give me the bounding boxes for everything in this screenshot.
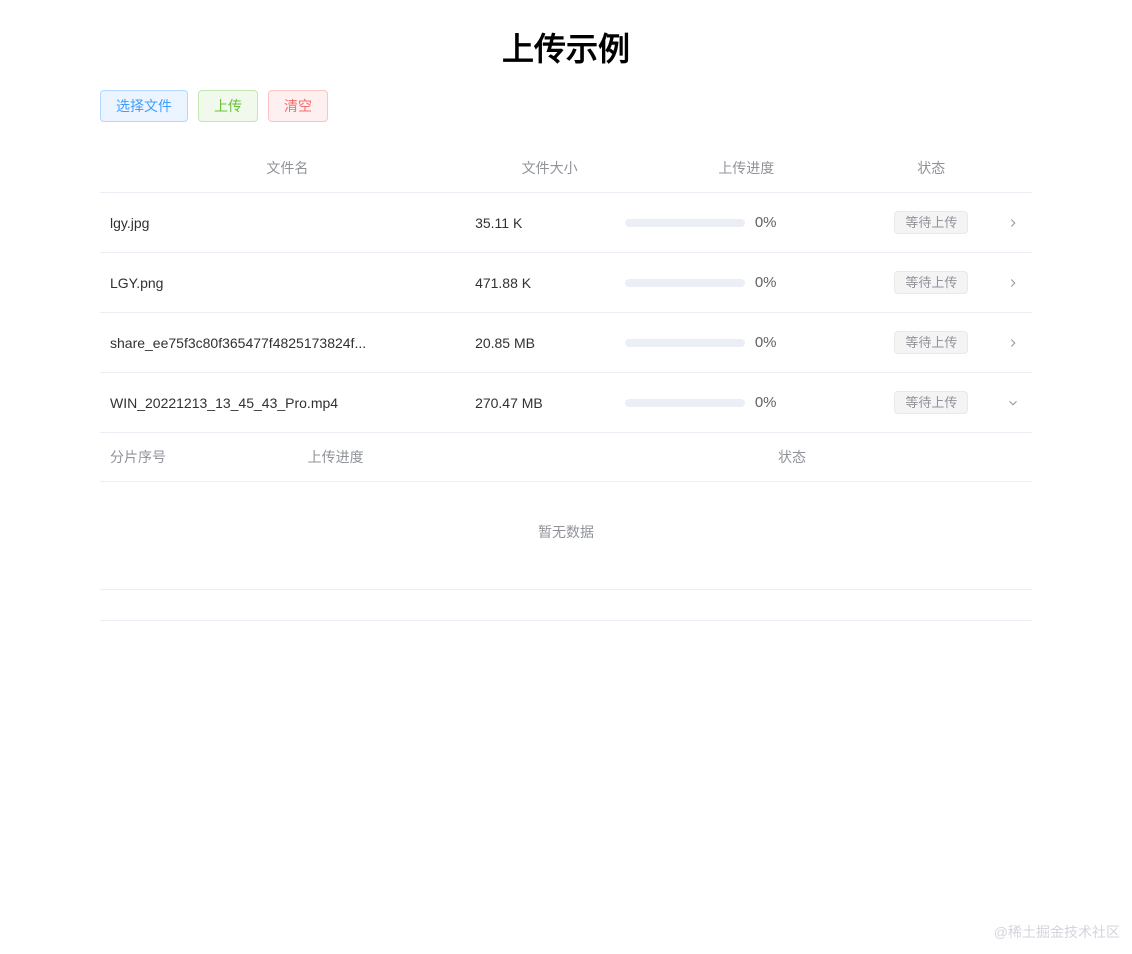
cell-filename: WIN_20221213_13_45_43_Pro.mp4	[100, 395, 475, 411]
table-row: WIN_20221213_13_45_43_Pro.mp4 270.47 MB …	[100, 372, 1032, 432]
cell-status: 等待上传	[868, 211, 994, 234]
header-expand	[995, 158, 1032, 178]
expand-toggle[interactable]	[995, 216, 1032, 230]
chevron-right-icon	[1006, 216, 1020, 230]
cell-progress: 0%	[625, 334, 868, 351]
cell-status: 等待上传	[868, 391, 994, 414]
table-header: 文件名 文件大小 上传进度 状态	[100, 144, 1032, 192]
table-bottom-border	[100, 620, 1032, 621]
header-filesize: 文件大小	[475, 158, 625, 178]
progress-bar	[625, 219, 745, 227]
expand-toggle[interactable]	[995, 336, 1032, 350]
sub-header-status: 状态	[778, 447, 1032, 467]
header-status: 状态	[868, 158, 994, 178]
progress-percent: 0%	[755, 394, 777, 411]
progress-percent: 0%	[755, 334, 777, 351]
cell-filesize: 20.85 MB	[475, 335, 625, 351]
chevron-down-icon	[1006, 396, 1020, 410]
status-badge: 等待上传	[894, 271, 968, 294]
watermark: @稀土掘金技术社区	[994, 922, 1120, 942]
cell-progress: 0%	[625, 394, 868, 411]
page-title: 上传示例	[0, 0, 1132, 90]
table-row: lgy.jpg 35.11 K 0% 等待上传	[100, 192, 1032, 252]
table-row: share_ee75f3c80f365477f4825173824f... 20…	[100, 312, 1032, 372]
cell-filesize: 270.47 MB	[475, 395, 625, 411]
cell-filename: lgy.jpg	[100, 215, 475, 231]
cell-filename: LGY.png	[100, 275, 475, 291]
table-body: lgy.jpg 35.11 K 0% 等待上传 LGY.png 471.88 K	[100, 192, 1032, 600]
chevron-right-icon	[1006, 336, 1020, 350]
status-badge: 等待上传	[894, 391, 968, 414]
cell-status: 等待上传	[868, 331, 994, 354]
sub-header-chunk-index: 分片序号	[100, 447, 308, 467]
clear-button[interactable]: 清空	[268, 90, 328, 122]
expand-toggle[interactable]	[995, 276, 1032, 290]
status-badge: 等待上传	[894, 211, 968, 234]
progress-bar	[625, 339, 745, 347]
button-row: 选择文件 上传 清空	[100, 90, 1032, 122]
select-file-button[interactable]: 选择文件	[100, 90, 188, 122]
sub-table-bottom-border	[100, 582, 1032, 590]
progress-percent: 0%	[755, 274, 777, 291]
progress-percent: 0%	[755, 214, 777, 231]
cell-status: 等待上传	[868, 271, 994, 294]
cell-filename: share_ee75f3c80f365477f4825173824f...	[100, 335, 475, 351]
chevron-right-icon	[1006, 276, 1020, 290]
cell-progress: 0%	[625, 214, 868, 231]
header-progress: 上传进度	[625, 158, 869, 178]
table-row: LGY.png 471.88 K 0% 等待上传	[100, 252, 1032, 312]
upload-button[interactable]: 上传	[198, 90, 258, 122]
progress-bar	[625, 279, 745, 287]
cell-progress: 0%	[625, 274, 868, 291]
upload-container: 选择文件 上传 清空 文件名 文件大小 上传进度 状态 lgy.jpg 35.1…	[0, 90, 1132, 621]
sub-header-progress: 上传进度	[308, 447, 778, 467]
status-badge: 等待上传	[894, 331, 968, 354]
file-table: 文件名 文件大小 上传进度 状态 lgy.jpg 35.11 K 0% 等待上传	[100, 144, 1032, 621]
sub-table-empty: 暂无数据	[100, 481, 1032, 582]
progress-bar	[625, 399, 745, 407]
chunk-sub-table: 分片序号 上传进度 状态 暂无数据	[100, 432, 1032, 600]
cell-filesize: 35.11 K	[475, 215, 625, 231]
sub-table-header: 分片序号 上传进度 状态	[100, 433, 1032, 481]
header-filename: 文件名	[100, 158, 475, 178]
expand-toggle[interactable]	[995, 396, 1032, 410]
cell-filesize: 471.88 K	[475, 275, 625, 291]
